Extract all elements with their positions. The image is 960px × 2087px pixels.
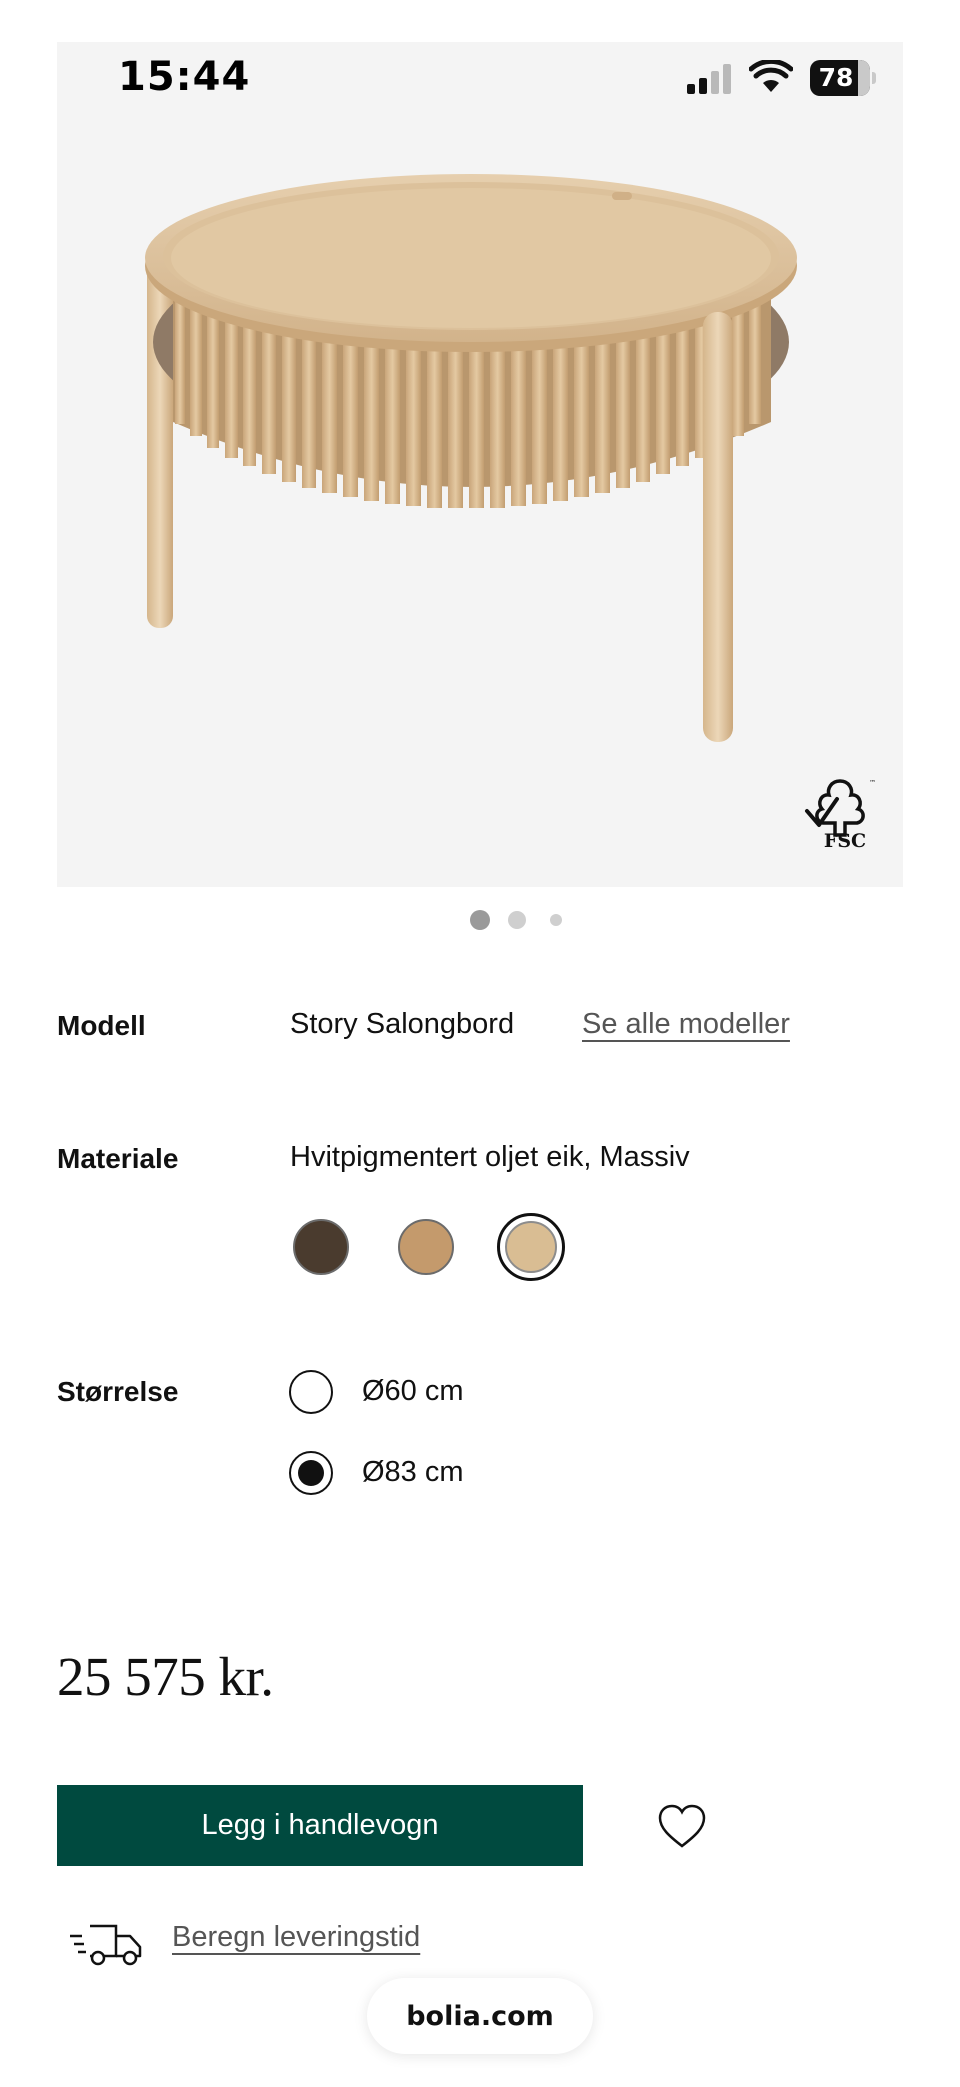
battery-level: 78 bbox=[818, 63, 854, 92]
delivery-time-link[interactable]: Beregn leveringstid bbox=[172, 1921, 420, 1954]
size-option-83: Ø83 cm bbox=[362, 1456, 464, 1488]
coffee-table-illustration bbox=[145, 174, 797, 742]
material-label: Materiale bbox=[57, 1143, 179, 1174]
carousel-dot[interactable] bbox=[550, 914, 562, 926]
price: 25 575 kr. bbox=[57, 1646, 274, 1707]
add-to-cart-button[interactable]: Legg i handlevogn bbox=[57, 1785, 583, 1866]
svg-text:™: ™ bbox=[869, 779, 876, 787]
fsc-logo-text: FSC bbox=[823, 830, 867, 852]
carousel-dot-active[interactable] bbox=[470, 910, 490, 930]
size-radio-83-selected[interactable] bbox=[289, 1451, 333, 1495]
fsc-logo-icon: ™ bbox=[805, 779, 876, 837]
carousel-dots[interactable] bbox=[0, 910, 960, 930]
model-value: Story Salongbord bbox=[290, 1008, 515, 1040]
swatch-white-pigmented-oak-selected[interactable] bbox=[497, 1213, 565, 1281]
status-time: 15:44 bbox=[118, 54, 251, 100]
status-bar: 15:44 78 bbox=[57, 42, 903, 112]
signal-icon bbox=[687, 64, 731, 94]
product-image[interactable]: 15:44 78 ™ FSC bbox=[57, 42, 903, 887]
see-all-models-link[interactable]: Se alle modeller bbox=[582, 1008, 790, 1041]
model-label: Modell bbox=[57, 1010, 146, 1041]
size-radio-60[interactable] bbox=[289, 1370, 333, 1414]
product-page: 15:44 78 ™ FSC Modell Story Salongbord S… bbox=[0, 0, 960, 2087]
size-option-60: Ø60 cm bbox=[362, 1375, 464, 1407]
size-label: Størrelse bbox=[57, 1376, 179, 1407]
battery-icon: 78 bbox=[810, 60, 876, 96]
swatch-dark-oak[interactable] bbox=[293, 1219, 349, 1275]
wifi-icon bbox=[749, 60, 793, 92]
carousel-dot[interactable] bbox=[508, 911, 526, 929]
favorite-heart-icon[interactable] bbox=[657, 1803, 707, 1849]
material-value: Hvitpigmentert oljet eik, Massiv bbox=[290, 1141, 690, 1173]
browser-url-bar[interactable]: bolia.com bbox=[367, 1978, 593, 2054]
delivery-truck-icon bbox=[70, 1924, 142, 1966]
swatch-oiled-oak[interactable] bbox=[398, 1219, 454, 1275]
